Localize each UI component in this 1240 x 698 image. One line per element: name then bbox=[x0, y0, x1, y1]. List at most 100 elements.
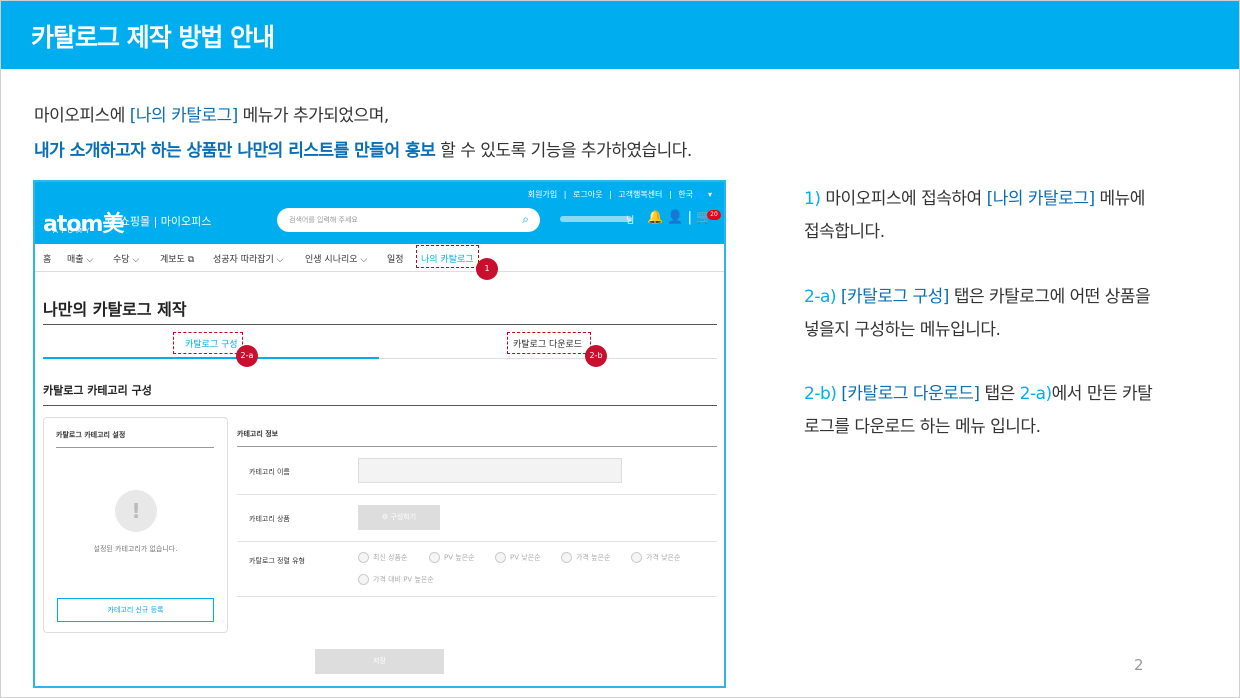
step-number-ref: 2-a) bbox=[1019, 384, 1053, 404]
radio-label: 최신 상품순 bbox=[373, 553, 408, 562]
slide-header: 카탈로그 제작 방법 안내 bbox=[1, 1, 1239, 69]
radio-label: 가격 낮은순 bbox=[646, 553, 681, 562]
shop-myoffice-links[interactable]: ⊙ 쇼핑몰 | 마이오피스 bbox=[107, 213, 211, 229]
intro-highlight-feature: 내가 소개하고자 하는 상품만 나만의 리스트를 만들어 홍보 bbox=[34, 141, 436, 161]
nav-life-scenario[interactable]: 인생 시나리오 ⌵ bbox=[305, 252, 367, 265]
radio-label: PV 낮은순 bbox=[510, 553, 541, 562]
sort-type-label: 카탈로그 정렬 유형 bbox=[249, 557, 305, 565]
user-suffix: 님 bbox=[626, 216, 635, 226]
separator: | bbox=[563, 190, 567, 199]
intro-text-c: 할 수 있도록 기능을 추가하였습니다. bbox=[435, 141, 692, 161]
divider bbox=[43, 324, 717, 325]
row-divider bbox=[237, 596, 717, 597]
header-icons[interactable]: 🔔 👤 | 🛒 bbox=[647, 210, 712, 225]
intro-line-2: 내가 소개하고자 하는 상품만 나만의 리스트를 만들어 홍보 할 수 있도록 … bbox=[34, 136, 692, 161]
section-title: 카탈로그 카테고리 구성 bbox=[43, 384, 152, 397]
page-title: 나만의 카탈로그 제작 bbox=[43, 300, 187, 319]
sort-option-pv-low[interactable]: PV 낮은순 bbox=[495, 552, 541, 563]
radio-button[interactable] bbox=[358, 552, 369, 563]
sort-option-pv-per-price[interactable]: 가격 대비 PV 높은순 bbox=[358, 574, 434, 585]
intro-line-1: 마이오피스에 [나의 카탈로그] 메뉴가 추가되었으며, bbox=[34, 101, 389, 126]
step-text: 탭은 bbox=[979, 384, 1020, 404]
step-2a: 2-a) [카탈로그 구성] 탭은 카탈로그에 어떤 상품을 bbox=[804, 282, 1151, 307]
step-2a-line-2: 넣을지 구성하는 메뉴입니다. bbox=[804, 320, 1001, 340]
slide-title: 카탈로그 제작 방법 안내 bbox=[31, 23, 275, 52]
new-category-button[interactable]: 카테고리 신규 등록 bbox=[57, 598, 214, 622]
main-nav: 홈 매출 ⌵ 수당 ⌵ 계보도 ⧉ 성공자 따라잡기 ⌵ 인생 시나리오 ⌵ 일… bbox=[35, 244, 724, 272]
marker-2b: 2-b bbox=[585, 345, 607, 367]
nav-allowance[interactable]: 수당 ⌵ bbox=[113, 252, 139, 265]
cart-count-badge: 20 bbox=[707, 210, 721, 220]
exclamation-icon: ! bbox=[115, 490, 157, 532]
step-text: 메뉴에 bbox=[1094, 189, 1145, 209]
category-settings-panel: 카탈로그 카테고리 설정 ! 설정된 카테고리가 없습니다. 카테고리 신규 등… bbox=[43, 417, 228, 633]
radio-label: 가격 대비 PV 높은순 bbox=[373, 575, 434, 584]
divider bbox=[56, 447, 214, 448]
radio-button[interactable] bbox=[358, 574, 369, 585]
sort-option-price-low[interactable]: 가격 낮은순 bbox=[631, 552, 680, 563]
radio-button[interactable] bbox=[561, 552, 572, 563]
divider bbox=[237, 446, 717, 447]
category-info-title: 카테고리 정보 bbox=[237, 430, 279, 438]
tab-underline bbox=[379, 358, 717, 359]
empty-state-text: 설정된 카테고리가 없습니다. bbox=[93, 545, 178, 553]
step-1-line-2: 접속합니다. bbox=[804, 222, 885, 242]
radio-button[interactable] bbox=[429, 552, 440, 563]
radio-button[interactable] bbox=[631, 552, 642, 563]
step-highlight: [나의 카탈로그] bbox=[986, 189, 1096, 209]
marker-2a: 2-a bbox=[236, 345, 258, 367]
step-2b-line-2: 로그를 다운로드 하는 메뉴 입니다. bbox=[804, 417, 1041, 437]
highlight-box-download-tab bbox=[507, 332, 591, 354]
step-text: 마이오피스에 접속하여 bbox=[820, 189, 987, 209]
category-name-input[interactable] bbox=[358, 458, 622, 483]
save-button[interactable]: 저장 bbox=[315, 649, 444, 674]
customer-center-link[interactable]: 고객행복센터 bbox=[618, 190, 662, 199]
category-name-label: 카테고리 이름 bbox=[249, 468, 290, 476]
step-number: 2-a) bbox=[804, 287, 837, 307]
intro-highlight-menu: [나의 카탈로그] bbox=[129, 106, 239, 126]
nav-genealogy[interactable]: 계보도 ⧉ bbox=[160, 252, 194, 265]
sort-option-price-high[interactable]: 가격 높은순 bbox=[561, 552, 610, 563]
page-number: 2 bbox=[1134, 656, 1144, 674]
tab-active-underline bbox=[43, 357, 379, 359]
step-2b: 2-b) [카탈로그 다운로드] 탭은 2-a)에서 만든 카탈 bbox=[804, 379, 1153, 404]
nav-sales[interactable]: 매출 ⌵ bbox=[67, 252, 93, 265]
blurred-username bbox=[560, 216, 632, 222]
language-select[interactable]: 한국 🌐 ▾ bbox=[678, 190, 712, 199]
sort-option-latest[interactable]: 최신 상품순 bbox=[358, 552, 407, 563]
logout-link[interactable]: 로그아웃 bbox=[573, 190, 602, 199]
marker-1: 1 bbox=[476, 258, 498, 280]
nav-home[interactable]: 홈 bbox=[43, 252, 51, 265]
slide: 카탈로그 제작 방법 안내 마이오피스에 [나의 카탈로그] 메뉴가 추가되었으… bbox=[0, 0, 1240, 698]
radio-button[interactable] bbox=[495, 552, 506, 563]
nav-success[interactable]: 성공자 따라잡기 ⌵ bbox=[213, 252, 284, 265]
configure-button[interactable]: ⚙ 구성하기 bbox=[358, 505, 440, 530]
step-highlight: [카탈로그 다운로드] bbox=[841, 384, 980, 404]
row-divider bbox=[237, 541, 717, 542]
highlight-box-my-catalog bbox=[416, 245, 479, 268]
separator: | bbox=[668, 190, 672, 199]
website-screenshot: 회원가입 | 로그아웃 | 고객행복센터 | 한국 🌐 ▾ atom美 ATOM… bbox=[33, 180, 726, 688]
search-icon[interactable]: ⌕ bbox=[522, 212, 529, 227]
atomy-logo-sub: ATOMY bbox=[53, 227, 93, 235]
step-1: 1) 마이오피스에 접속하여 [나의 카탈로그] 메뉴에 bbox=[804, 184, 1145, 209]
step-number: 2-b) bbox=[804, 384, 837, 404]
step-text: 탭은 카탈로그에 어떤 상품을 bbox=[948, 287, 1151, 307]
site-header: 회원가입 | 로그아웃 | 고객행복센터 | 한국 🌐 ▾ atom美 ATOM… bbox=[35, 182, 724, 272]
radio-label: PV 높은순 bbox=[444, 553, 475, 562]
separator: | bbox=[608, 190, 612, 199]
category-product-label: 카테고리 상품 bbox=[249, 515, 290, 523]
radio-label: 가격 높은순 bbox=[576, 553, 611, 562]
top-links: 회원가입 | 로그아웃 | 고객행복센터 | 한국 🌐 ▾ bbox=[524, 189, 712, 200]
row-divider bbox=[237, 494, 717, 495]
panel-title: 카탈로그 카테고리 설정 bbox=[56, 431, 126, 439]
step-text: 에서 만든 카탈 bbox=[1051, 384, 1153, 404]
sort-option-pv-high[interactable]: PV 높은순 bbox=[429, 552, 475, 563]
highlight-box-compose-tab bbox=[173, 332, 243, 354]
signup-link[interactable]: 회원가입 bbox=[528, 190, 557, 199]
search-bar[interactable]: 검색어를 입력해 주세요 ⌕ bbox=[277, 208, 540, 232]
step-number: 1) bbox=[804, 189, 821, 209]
search-input[interactable]: 검색어를 입력해 주세요 bbox=[289, 215, 358, 225]
intro-text-b: 메뉴가 추가되었으며, bbox=[237, 106, 390, 126]
nav-schedule[interactable]: 일정 bbox=[387, 252, 404, 265]
